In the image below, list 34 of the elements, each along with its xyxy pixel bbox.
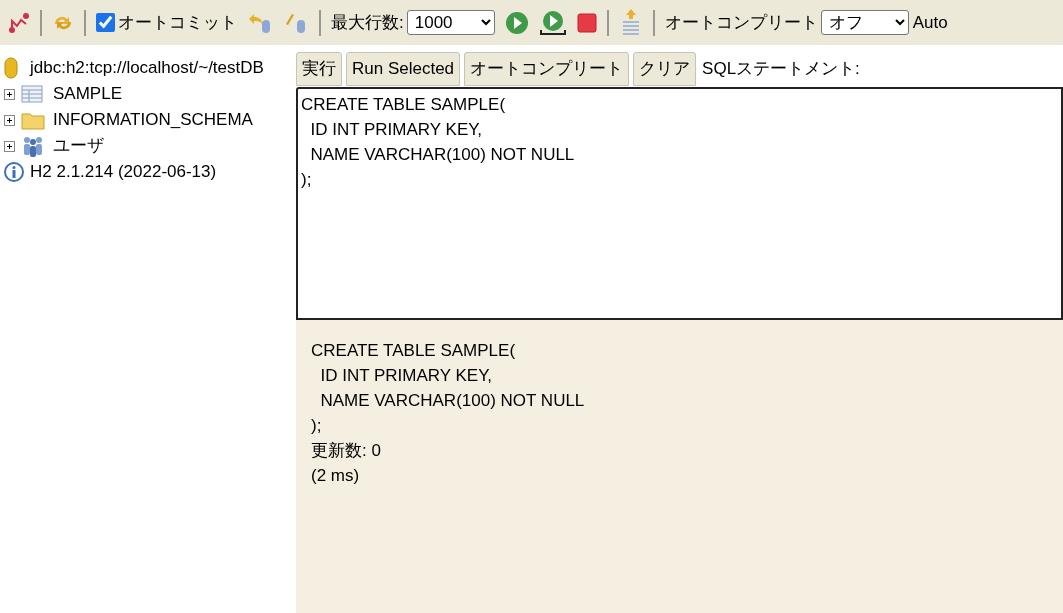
version-text: H2 2.1.214 (2022-06-13) bbox=[30, 161, 217, 184]
toolbar-button[interactable]: クリア bbox=[633, 51, 697, 86]
stop-icon[interactable] bbox=[576, 12, 597, 33]
play-icon[interactable] bbox=[504, 10, 529, 35]
sql-editor[interactable]: CREATE TABLE SAMPLE( ID INT PRIMARY KEY, NAME VARCHAR(100) NOT NULL ); bbox=[296, 87, 1063, 320]
select-label: 最大行数: bbox=[331, 11, 404, 34]
result-line: CREATE TABLE SAMPLE( bbox=[311, 340, 517, 362]
autocommit-checkbox[interactable] bbox=[96, 13, 115, 32]
toolbar-button[interactable]: オートコンプリート bbox=[464, 51, 630, 86]
toolbar-button[interactable]: Run Selected bbox=[346, 51, 461, 86]
expand-toggle-icon[interactable] bbox=[4, 88, 15, 100]
result-line: (2 ms) bbox=[311, 465, 361, 487]
dropdown[interactable]: オフ bbox=[820, 10, 909, 35]
toolbar-text: Auto bbox=[912, 11, 948, 34]
tree-item[interactable]: SAMPLE bbox=[53, 81, 122, 107]
disconnect-icon[interactable] bbox=[8, 11, 30, 34]
result-line: 更新数: 0 bbox=[311, 440, 382, 462]
connection-url: jdbc:h2:tcp://localhost/~/testDB bbox=[30, 57, 264, 80]
checkbox-label: オートコミット bbox=[118, 11, 237, 34]
result-line: ID INT PRIMARY KEY, bbox=[319, 365, 494, 387]
dropdown[interactable]: 1000 bbox=[406, 10, 495, 35]
result-line: NAME VARCHAR(100) NOT NULL bbox=[319, 390, 586, 412]
tree-item[interactable]: INFORMATION_SCHEMA bbox=[53, 107, 253, 133]
toolbar-button[interactable]: 実行 bbox=[296, 51, 342, 86]
tree-item[interactable]: ユーザ bbox=[53, 133, 104, 159]
database-icon bbox=[4, 57, 18, 79]
statement-label: SQLステートメント: bbox=[702, 57, 860, 80]
play-selection-icon[interactable] bbox=[538, 9, 567, 36]
expand-toggle-icon[interactable] bbox=[4, 114, 15, 126]
folder-icon bbox=[21, 110, 47, 130]
expand-toggle-icon[interactable] bbox=[4, 140, 15, 152]
result-line: ); bbox=[311, 415, 323, 437]
select-label: オートコンプリート bbox=[664, 11, 818, 34]
info-icon bbox=[4, 162, 24, 182]
